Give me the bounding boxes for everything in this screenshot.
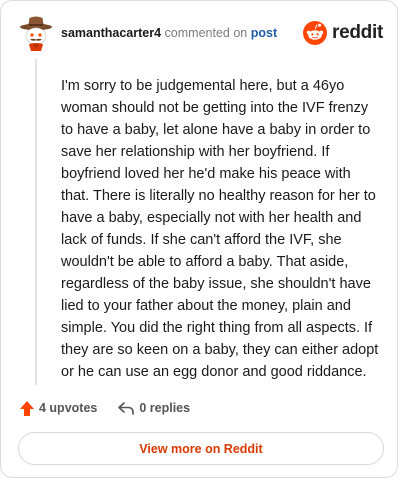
- post-link[interactable]: post: [251, 26, 277, 40]
- reply-count: 0 replies: [139, 401, 191, 415]
- comment-header: samanthacarter4 commented on post reddit: [19, 15, 383, 55]
- upvote-count: 4 upvotes: [39, 401, 98, 415]
- view-more-button[interactable]: View more on Reddit: [18, 432, 384, 465]
- comment-card: samanthacarter4 commented on post reddit: [0, 0, 398, 478]
- brand-wordmark: reddit: [332, 22, 383, 43]
- comment-meta: samanthacarter4 commented on post: [61, 26, 277, 40]
- reddit-brand[interactable]: reddit: [303, 20, 383, 46]
- user-avatar[interactable]: [19, 15, 53, 53]
- cowboy-avatar-icon: [20, 16, 52, 51]
- upvote-arrow-icon: [19, 400, 35, 417]
- reddit-logo-icon: [303, 21, 328, 45]
- replies-button[interactable]: 0 replies: [117, 400, 190, 416]
- thread-line: [35, 59, 37, 385]
- comment-body: I'm sorry to be judgemental here, but a …: [61, 78, 379, 380]
- reply-arrow-icon: [117, 400, 135, 416]
- upvote-button[interactable]: 4 upvotes: [19, 400, 97, 417]
- comment-actions: 4 upvotes 0 replies: [19, 397, 190, 419]
- username-link[interactable]: samanthacarter4: [61, 26, 161, 40]
- action-text: commented on: [164, 26, 248, 40]
